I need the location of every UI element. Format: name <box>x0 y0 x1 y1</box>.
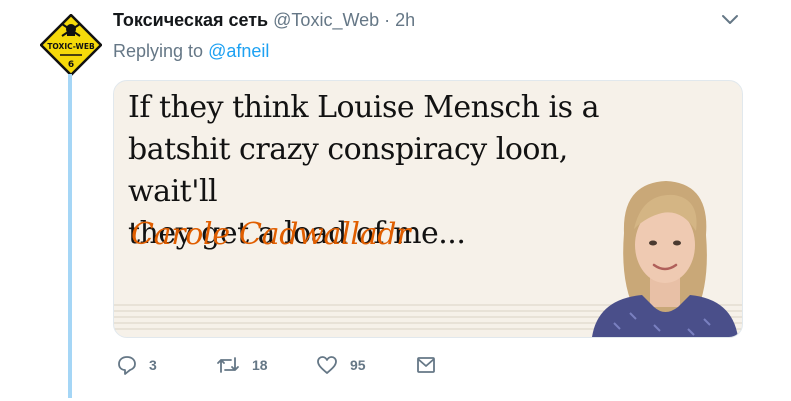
envelope-icon <box>416 356 436 374</box>
author-portrait <box>592 181 738 337</box>
retweet-icon <box>216 355 240 375</box>
separator: · <box>384 10 391 30</box>
replying-to: Replying to @afneil <box>113 41 269 62</box>
avatar-number: 6 <box>68 60 74 70</box>
reply-count: 3 <box>149 357 157 373</box>
chevron-down-icon[interactable] <box>721 13 739 27</box>
reply-icon <box>117 355 137 375</box>
avatar-text: TOXIC-WEB <box>47 42 95 51</box>
timestamp[interactable]: 2h <box>395 10 415 30</box>
retweet-button[interactable]: 18 <box>216 352 268 378</box>
tweet-header: Токсическая сеть @Toxic_Web · 2h <box>113 10 415 31</box>
retweet-count: 18 <box>252 357 268 373</box>
thread-line <box>68 74 72 398</box>
direct-message-button[interactable] <box>416 352 436 378</box>
replying-handle-link[interactable]: @afneil <box>208 41 269 61</box>
like-count: 95 <box>350 357 366 373</box>
quote-line-1: If they think Louise Mensch is a <box>128 90 599 125</box>
display-name[interactable]: Токсическая сеть <box>113 10 268 30</box>
quote-line-2: batshit crazy conspiracy loon, wait'll <box>128 132 568 209</box>
heart-icon <box>316 355 338 375</box>
tweet-actions: 3 18 95 <box>113 352 443 382</box>
quote-card-image[interactable]: If they think Louise Mensch is a batshit… <box>113 80 743 338</box>
author-name: Carole Cadwalladr <box>131 217 411 252</box>
like-button[interactable]: 95 <box>316 352 366 378</box>
avatar[interactable]: TOXIC-WEB 6 <box>39 13 103 77</box>
reply-button[interactable]: 3 <box>117 352 157 378</box>
handle[interactable]: @Toxic_Web <box>273 10 379 30</box>
replying-prefix: Replying to <box>113 41 204 61</box>
